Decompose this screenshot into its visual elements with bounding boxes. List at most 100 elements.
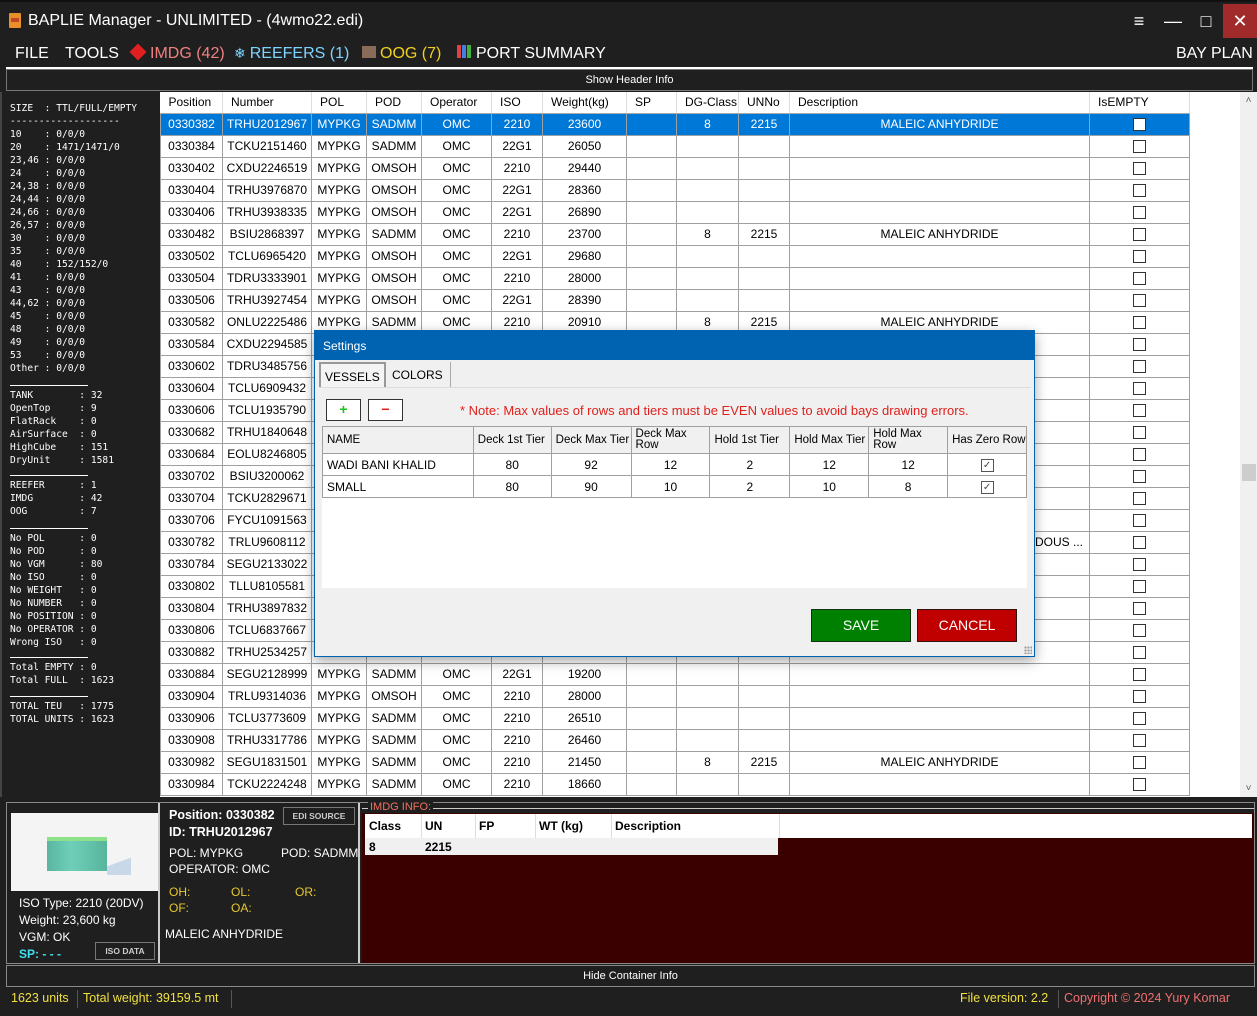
cell-operator[interactable]: OMC xyxy=(421,156,492,180)
cell-position[interactable]: 0330682 xyxy=(160,420,223,444)
cell-pol[interactable]: MYPKG xyxy=(311,750,367,774)
cell-iso[interactable]: 22G1 xyxy=(491,288,543,312)
cell-number[interactable]: TCKU2829671 xyxy=(222,486,312,510)
cell-position[interactable]: 0330604 xyxy=(160,376,223,400)
cell-weight[interactable]: 28000 xyxy=(542,684,627,708)
cell-sp[interactable] xyxy=(626,728,677,752)
scroll-thumb[interactable] xyxy=(1242,464,1256,481)
isempty-checkbox[interactable] xyxy=(1133,734,1146,748)
cell-number[interactable]: CXDU2246519 xyxy=(222,156,312,180)
cell-dg-class[interactable] xyxy=(676,684,739,708)
cell-number[interactable]: TCLU1935790 xyxy=(222,398,312,422)
cell-description[interactable] xyxy=(789,288,1090,312)
cell-dg-class[interactable]: 8 xyxy=(676,112,739,136)
add-vessel-button[interactable]: + xyxy=(326,399,361,421)
cell-number[interactable]: TLLU8105581 xyxy=(222,574,312,598)
show-header-info-button[interactable]: Show Header Info xyxy=(6,67,1253,91)
scroll-down-icon[interactable]: ˅ xyxy=(1240,780,1257,797)
vessel-column-header[interactable]: Deck 1st Tier xyxy=(472,426,552,454)
cell-dg-class[interactable] xyxy=(676,772,739,796)
cell-description[interactable]: MALEIC ANHYDRIDE xyxy=(789,222,1090,246)
cell-unno[interactable] xyxy=(738,200,790,224)
cell-description[interactable] xyxy=(789,266,1090,290)
column-header[interactable]: ISO xyxy=(491,92,543,114)
cell-isempty[interactable] xyxy=(1089,420,1190,444)
cell-isempty[interactable] xyxy=(1089,112,1190,136)
cell-unno[interactable] xyxy=(738,772,790,796)
vessel-cell-deck-max-tier[interactable]: 90 xyxy=(550,475,632,498)
cell-weight[interactable]: 29440 xyxy=(542,156,627,180)
cell-number[interactable]: TRHU2012967 xyxy=(222,112,312,136)
cell-unno[interactable]: 2215 xyxy=(738,112,790,136)
cell-unno[interactable] xyxy=(738,706,790,730)
cell-isempty[interactable] xyxy=(1089,640,1190,664)
cell-weight[interactable]: 26050 xyxy=(542,134,627,158)
column-header[interactable]: Position xyxy=(160,92,223,114)
cell-isempty[interactable] xyxy=(1089,464,1190,488)
cell-iso[interactable]: 2210 xyxy=(491,112,543,136)
cell-isempty[interactable] xyxy=(1089,354,1190,378)
isempty-checkbox[interactable] xyxy=(1133,272,1146,286)
iso-data-button[interactable]: ISO DATA xyxy=(95,942,155,960)
cell-description[interactable] xyxy=(789,244,1090,268)
cell-isempty[interactable] xyxy=(1089,684,1190,708)
cell-description[interactable] xyxy=(789,200,1090,224)
cell-unno[interactable]: 2215 xyxy=(738,750,790,774)
cell-operator[interactable]: OMC xyxy=(421,728,492,752)
cell-operator[interactable]: OMC xyxy=(421,266,492,290)
cell-pod[interactable]: OMSOH xyxy=(366,200,422,224)
cell-weight[interactable]: 19200 xyxy=(542,662,627,686)
cell-sp[interactable] xyxy=(626,706,677,730)
cell-pod[interactable]: OMSOH xyxy=(366,178,422,202)
cell-iso[interactable]: 22G1 xyxy=(491,200,543,224)
cell-number[interactable]: FYCU1091563 xyxy=(222,508,312,532)
cell-dg-class[interactable] xyxy=(676,244,739,268)
cell-number[interactable]: TRHU3976870 xyxy=(222,178,312,202)
tab-vessels[interactable]: VESSELS xyxy=(319,362,386,388)
vessel-cell-name[interactable]: WADI BANI KHALID xyxy=(322,453,474,476)
cell-position[interactable]: 0330404 xyxy=(160,178,223,202)
cell-dg-class[interactable]: 8 xyxy=(676,750,739,774)
cell-position[interactable]: 0330506 xyxy=(160,288,223,312)
isempty-checkbox[interactable] xyxy=(1133,382,1146,396)
cell-number[interactable]: TCKU2151460 xyxy=(222,134,312,158)
isempty-checkbox[interactable] xyxy=(1133,646,1146,660)
cell-number[interactable]: BSIU3200062 xyxy=(222,464,312,488)
cell-description[interactable] xyxy=(789,728,1090,752)
cell-number[interactable]: SEGU2133022 xyxy=(222,552,312,576)
cell-description[interactable] xyxy=(789,134,1090,158)
cell-pod[interactable]: SADMM xyxy=(366,134,422,158)
table-row[interactable]: 0330904 TRLU9314036 MYPKG OMSOH OMC 2210 28000 xyxy=(160,684,1190,708)
cell-iso[interactable]: 2210 xyxy=(491,156,543,180)
cell-number[interactable]: TRHU3927454 xyxy=(222,288,312,312)
vessel-column-header[interactable]: Hold 1st Tier xyxy=(709,426,791,454)
has-zero-row-checkbox[interactable]: ✓ xyxy=(980,481,994,494)
cell-pod[interactable]: OMSOH xyxy=(366,266,422,290)
column-header[interactable]: DG-Class xyxy=(676,92,739,114)
isempty-checkbox[interactable] xyxy=(1133,712,1146,726)
cell-position[interactable]: 0330582 xyxy=(160,310,223,334)
cell-position[interactable]: 0330382 xyxy=(160,112,223,136)
cell-isempty[interactable] xyxy=(1089,508,1190,532)
vessel-row[interactable]: SMALL 80 90 10 2 10 8 ✓ xyxy=(322,475,1027,498)
cell-pod[interactable]: OMSOH xyxy=(366,684,422,708)
cell-sp[interactable] xyxy=(626,112,677,136)
cell-isempty[interactable] xyxy=(1089,200,1190,224)
cell-number[interactable]: BSIU2868397 xyxy=(222,222,312,246)
edi-source-button[interactable]: EDI SOURCE xyxy=(283,807,355,825)
cell-pol[interactable]: MYPKG xyxy=(311,662,367,686)
table-row[interactable]: 0330982 SEGU1831501 MYPKG SADMM OMC 2210 21450… xyxy=(160,750,1190,774)
vessel-cell-deck-1st-tier[interactable]: 80 xyxy=(472,453,552,476)
cell-description[interactable]: MALEIC ANHYDRIDE xyxy=(789,112,1090,136)
cell-pod[interactable]: SADMM xyxy=(366,750,422,774)
vessel-cell-deck-max-tier[interactable]: 92 xyxy=(550,453,632,476)
cell-position[interactable]: 0330384 xyxy=(160,134,223,158)
cell-description[interactable] xyxy=(789,156,1090,180)
vessel-row[interactable]: WADI BANI KHALID 80 92 12 2 12 12 ✓ xyxy=(322,453,1027,476)
cell-number[interactable]: TRLU9608112 xyxy=(222,530,312,554)
table-row[interactable]: 0330984 TCKU2224248 MYPKG SADMM OMC 2210 18660 xyxy=(160,772,1190,796)
cell-pol[interactable]: MYPKG xyxy=(311,156,367,180)
cell-isempty[interactable] xyxy=(1089,618,1190,642)
cell-dg-class[interactable] xyxy=(676,156,739,180)
vessel-cell-name[interactable]: SMALL xyxy=(322,475,474,498)
